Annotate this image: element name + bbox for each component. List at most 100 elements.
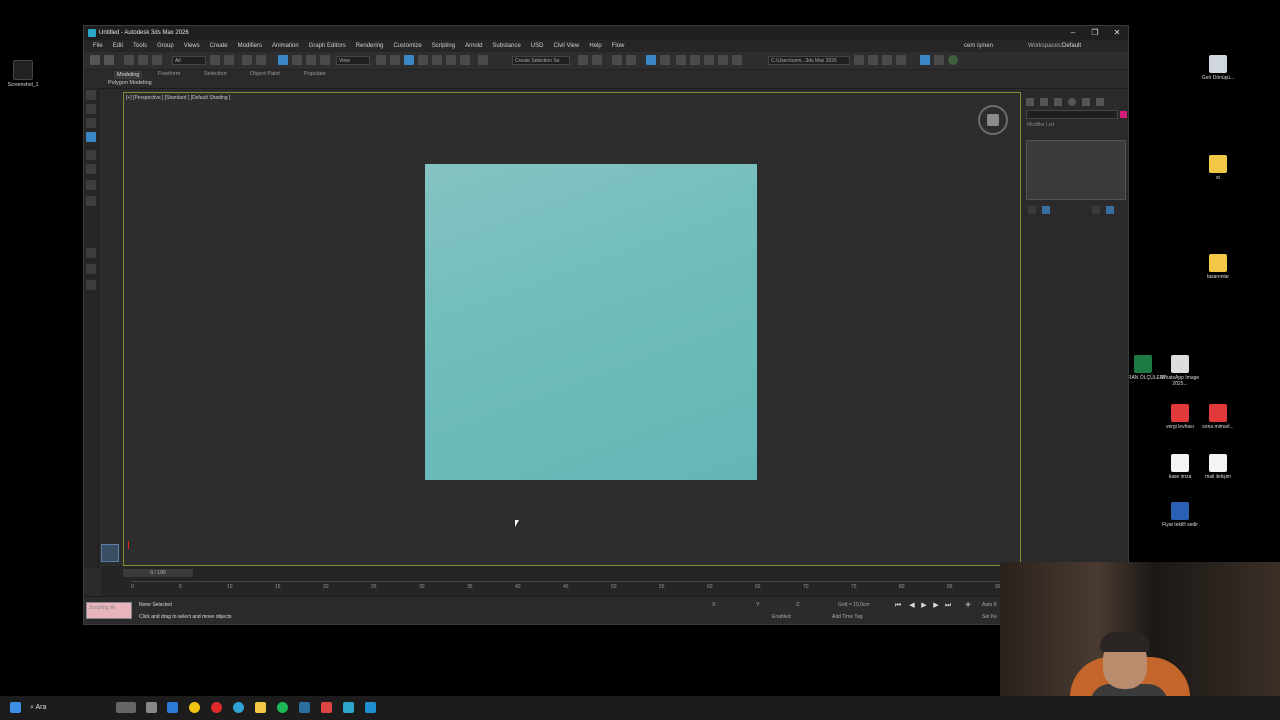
layer-explorer-icon[interactable] <box>626 55 636 65</box>
menu-scripting[interactable]: Scripting <box>427 40 460 52</box>
snaps-toggle-icon[interactable] <box>418 55 428 65</box>
scene-explorer-icon[interactable] <box>612 55 622 65</box>
title-bar[interactable]: Untitled - Autodesk 3ds Max 2026 – ❐ ✕ <box>84 26 1128 40</box>
desktop-icon-fiyat-teklifi[interactable]: Fiyat teklifi sedir <box>1157 502 1203 528</box>
tab-freeform[interactable]: Freeform <box>158 71 180 77</box>
viewcube-face[interactable] <box>987 114 999 126</box>
task-view-icon[interactable] <box>146 702 157 713</box>
angle-snap-icon[interactable] <box>432 55 442 65</box>
store-icon[interactable] <box>167 702 178 713</box>
grid-icon[interactable] <box>86 164 96 174</box>
ribbon-subtab-polygon-modeling[interactable]: Polygon Modeling <box>108 80 152 86</box>
menu-civil-view[interactable]: Civil View <box>548 40 584 52</box>
pivot-center-icon[interactable] <box>376 55 386 65</box>
perspective-viewport[interactable]: [+] [Perspective ] [Standard ] [Default … <box>123 92 1021 566</box>
schematic-view-icon[interactable] <box>676 55 686 65</box>
select-and-scale-icon[interactable] <box>306 55 316 65</box>
place-icon[interactable] <box>86 180 96 190</box>
export-icon[interactable] <box>882 55 892 65</box>
configure-modifier-sets-icon[interactable] <box>1106 206 1114 214</box>
play-icon[interactable]: ▶ <box>920 602 928 610</box>
menu-flow[interactable]: Flow <box>607 40 630 52</box>
menu-modifiers[interactable]: Modifiers <box>233 40 267 52</box>
tab-populate[interactable]: Populate <box>304 71 326 77</box>
edge-icon[interactable] <box>233 702 244 713</box>
menu-edit[interactable]: Edit <box>108 40 128 52</box>
minimize-button[interactable]: – <box>1062 26 1084 40</box>
select-object-icon[interactable] <box>210 55 220 65</box>
select-and-place-icon[interactable] <box>320 55 330 65</box>
chrome-icon[interactable] <box>189 702 200 713</box>
viewport-layout-thumbnail[interactable] <box>101 544 119 562</box>
widgets-icon[interactable] <box>116 702 136 713</box>
desktop-icon-mail-iletisim[interactable]: mail iletişim <box>1195 454 1241 480</box>
start-icon[interactable] <box>10 702 21 713</box>
menu-create[interactable]: Create <box>205 40 233 52</box>
show-end-result-icon[interactable] <box>1042 206 1050 214</box>
menu-usd[interactable]: USD <box>526 40 549 52</box>
pin-stack-icon[interactable] <box>1028 206 1036 214</box>
open-file-icon[interactable] <box>854 55 864 65</box>
desktop-icon-tasarimlar[interactable]: tasarımlar <box>1195 254 1241 280</box>
spinner-snap-icon[interactable] <box>460 55 470 65</box>
go-to-end-icon[interactable]: ⏭ <box>944 602 952 610</box>
tab-object-paint[interactable]: Object Paint <box>250 71 280 77</box>
select-manipulate-icon[interactable] <box>390 55 400 65</box>
modifier-stack[interactable] <box>1026 140 1126 200</box>
app-icon[interactable] <box>321 702 332 713</box>
gear-icon[interactable] <box>934 55 944 65</box>
window-crossing-icon[interactable] <box>256 55 266 65</box>
menu-arnold[interactable]: Arnold <box>460 40 487 52</box>
refresh-icon[interactable] <box>948 55 958 65</box>
curve-editor-icon[interactable] <box>660 55 670 65</box>
3dsmax-taskbar-icon[interactable] <box>343 702 354 713</box>
keyboard-shortcut-override-icon[interactable] <box>404 55 414 65</box>
user-account[interactable]: cem işmen <box>964 40 993 52</box>
set-key-button[interactable]: Set Ke <box>982 614 997 620</box>
menu-help[interactable]: Help <box>584 40 606 52</box>
link-icon[interactable] <box>124 55 134 65</box>
reference-coordinate-dropdown[interactable]: View <box>336 56 370 65</box>
render-setup-icon[interactable] <box>704 55 714 65</box>
track-bar[interactable]: 0 5 10 15 20 25 30 35 40 45 50 55 60 65 … <box>131 581 1011 594</box>
selection-region-icon[interactable] <box>242 55 252 65</box>
app-icon-2[interactable] <box>365 702 376 713</box>
menu-rendering[interactable]: Rendering <box>351 40 389 52</box>
project-folder-dropdown[interactable]: C:\Users\cem...3ds Max 2026 <box>768 56 850 65</box>
maximize-button[interactable]: ❐ <box>1084 26 1106 40</box>
redo-icon[interactable] <box>104 55 114 65</box>
undo-icon[interactable] <box>90 55 100 65</box>
object-name-field[interactable] <box>1026 110 1118 119</box>
import-icon[interactable] <box>896 55 906 65</box>
viewcube-icon[interactable] <box>978 105 1008 135</box>
create-panel-icon[interactable] <box>86 90 96 100</box>
menu-tools[interactable]: Tools <box>128 40 152 52</box>
render-production-icon[interactable] <box>732 55 742 65</box>
utilities-panel-icon[interactable] <box>86 264 96 274</box>
tab-modeling[interactable]: Modeling <box>114 71 143 79</box>
auto-key-button[interactable]: Auto K <box>982 602 997 608</box>
opera-icon[interactable] <box>211 702 222 713</box>
render-frame-window-icon[interactable] <box>718 55 728 65</box>
display-tab-icon[interactable] <box>1082 98 1090 106</box>
desktop-icon-sona-mimarl[interactable]: sona mimarl... <box>1195 404 1241 430</box>
select-and-move-icon[interactable] <box>278 55 288 65</box>
edit-named-selection-icon[interactable] <box>478 55 488 65</box>
spotify-icon[interactable] <box>277 702 288 713</box>
steam-icon[interactable] <box>299 702 310 713</box>
taskbar-search[interactable]: ⌕ Ara <box>30 702 46 713</box>
unlink-icon[interactable] <box>138 55 148 65</box>
add-time-tag[interactable]: Add Time Tag <box>832 614 862 620</box>
workspaces-dropdown[interactable]: Default <box>1062 40 1081 52</box>
align-icon[interactable] <box>592 55 602 65</box>
bind-space-warp-icon[interactable] <box>152 55 162 65</box>
menu-customize[interactable]: Customize <box>388 40 426 52</box>
scene-states-icon[interactable] <box>86 280 96 290</box>
hierarchy-panel-icon[interactable] <box>86 118 96 128</box>
select-and-rotate-icon[interactable] <box>292 55 302 65</box>
menu-file[interactable]: File <box>88 40 108 52</box>
menu-graph-editors[interactable]: Graph Editors <box>304 40 351 52</box>
maxscript-listener[interactable]: Scripting Mi <box>86 602 132 619</box>
menu-views[interactable]: Views <box>179 40 205 52</box>
hierarchy-tab-icon[interactable] <box>1054 98 1062 106</box>
